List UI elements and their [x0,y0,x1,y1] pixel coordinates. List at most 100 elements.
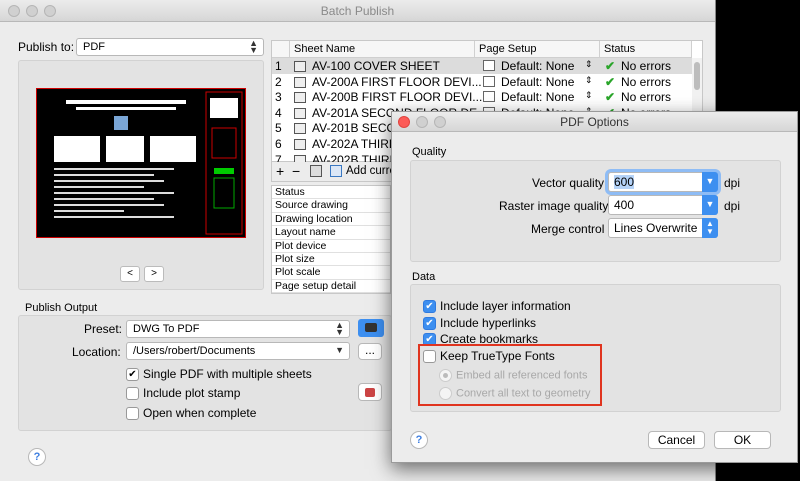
chevron-down-icon[interactable]: ▼ [702,172,718,192]
hyperlinks-checkbox[interactable]: ✔ Include hyperlinks [423,316,536,331]
dialog-title: PDF Options [560,115,629,129]
detail-item: Source drawing [272,199,390,213]
check-icon: ✔ [605,90,616,105]
radio-dot [439,369,452,382]
open-complete-checkbox[interactable]: Open when complete [126,406,257,421]
raster-quality-label: Raster image quality [499,199,609,213]
single-pdf-label: Single PDF with multiple sheets [143,367,312,381]
detail-item: Plot scale [272,266,390,280]
chevron-down-icon[interactable]: ▼ [702,195,718,215]
convert-text-label: Convert all text to geometry [456,387,591,400]
page-setup-icon [483,60,495,71]
chevron-left-icon: < [127,268,133,279]
check-icon: ✔ [605,74,616,89]
page-setup-cell[interactable]: Default: None [501,59,574,73]
raster-quality-combobox[interactable]: 400 ▼ [608,195,718,215]
plot-stamp-settings-button[interactable] [358,383,382,401]
help-button[interactable]: ? [28,448,46,466]
plot-stamp-label: Include plot stamp [143,386,241,400]
updown-arrows-icon: ▲ ▼ [702,218,718,238]
sheet-icon [294,92,306,104]
pdf-options-dialog: PDF Options Quality Vector quality 600 ▼… [391,111,798,463]
row-number: 2 [275,74,282,89]
updown-arrows-icon[interactable]: ⇕ [585,75,593,86]
vector-quality-combobox[interactable]: 600 ▼ [608,172,718,192]
updown-arrows-icon[interactable]: ⇕ [585,59,593,70]
plot-stamp-checkbox[interactable]: Include plot stamp [126,386,241,401]
detail-item: Plot device [272,240,390,253]
sheet-name-cell: AV-200B FIRST FLOOR DEVI... [312,90,483,105]
column-header-sheet-name[interactable]: Sheet Name [290,41,475,58]
column-header-page-setup[interactable]: Page Setup [475,41,600,58]
table-row[interactable]: 1 AV-100 COVER SHEET Default: None ⇕ ✔ No … [272,58,692,74]
preset-settings-button[interactable] [358,319,384,337]
preset-label: Preset: [84,322,123,336]
location-select[interactable]: /Users/robert/Documents ▼ [126,342,350,360]
printer-icon [365,323,377,332]
page-setup-icon [483,75,495,87]
radio-dot [439,387,452,400]
merge-control-select[interactable]: Lines Overwrite ▲ ▼ [608,218,718,238]
sheet-icon [294,76,306,88]
sheet-icon [294,123,306,135]
publish-to-select[interactable]: PDF ▲ ▼ [76,38,264,56]
previous-sheet-button[interactable]: < [120,266,140,282]
location-value: /Users/robert/Documents [133,345,256,357]
cancel-button[interactable]: Cancel [648,431,705,449]
publish-to-label: Publish to: [18,40,75,54]
stamp-icon [365,388,375,397]
dialog-help-button[interactable]: ? [410,431,428,449]
status-cell: No errors [621,74,672,89]
window-title: Batch Publish [320,4,395,18]
remove-sheet-icon[interactable]: − [292,163,300,179]
page-setup-icon [483,91,495,103]
vector-quality-value[interactable]: 600 [614,175,635,189]
sheet-name-cell: AV-202A THIRD [312,137,398,151]
checkmark-icon: ✔ [423,317,436,331]
page-setup-cell[interactable]: Default: None [501,75,574,89]
table-row[interactable]: 3 AV-200B FIRST FLOOR DEVI... Default: No… [272,89,692,105]
chevron-right-icon: > [151,268,157,279]
layer-info-label: Include layer information [440,299,571,313]
single-pdf-checkbox[interactable]: ✔ Single PDF with multiple sheets [126,367,312,382]
title-bar: Batch Publish [0,0,715,22]
column-header-status[interactable]: Status [600,41,692,58]
preset-select[interactable]: DWG To PDF ▲ ▼ [126,320,350,338]
check-icon: ✔ [605,59,616,73]
updown-arrows-icon[interactable]: ⇕ [585,90,593,101]
ok-button[interactable]: OK [714,431,771,449]
add-current-icon [330,165,342,177]
layer-info-checkbox[interactable]: ✔ Include layer information [423,299,571,314]
checkmark-icon: ✔ [423,300,436,314]
embed-fonts-radio[interactable]: Embed all referenced fonts [439,369,587,382]
next-sheet-button[interactable]: > [144,266,164,282]
row-number: 5 [275,121,282,136]
table-row[interactable]: 2 AV-200A FIRST FLOOR DEVI... Default: No… [272,74,692,90]
sheet-preview-panel: < > [18,60,264,290]
sheet-icon [294,107,306,119]
convert-text-radio[interactable]: Convert all text to geometry [439,387,591,400]
checkbox-box [423,350,436,364]
raster-quality-value[interactable]: 400 [614,198,634,212]
checkbox-box [126,407,139,421]
row-number: 3 [275,90,282,105]
data-section-title: Data [412,271,436,283]
row-number: 4 [275,105,282,120]
chevron-down-icon: ▼ [335,345,344,355]
publish-to-value: PDF [83,41,105,53]
browse-location-button[interactable]: ... [358,343,382,360]
open-complete-label: Open when complete [143,406,257,420]
add-sheet-icon[interactable]: + [276,163,284,179]
status-cell: No errors [621,59,672,73]
row-number: 1 [275,59,282,73]
add-current-button[interactable]: Add curre [346,165,396,177]
dialog-title-bar: PDF Options [392,112,797,132]
page-setup-cell[interactable]: Default: None [501,90,574,104]
updown-arrows-icon: ▲ ▼ [335,320,344,337]
sheet-list-icon[interactable] [310,165,322,177]
truetype-fonts-checkbox[interactable]: Keep TrueType Fonts [423,349,555,364]
sheet-icon [294,61,306,72]
table-scrollbar-thumb[interactable] [694,62,700,90]
vector-quality-label: Vector quality [532,176,605,190]
truetype-fonts-label: Keep TrueType Fonts [440,349,555,363]
